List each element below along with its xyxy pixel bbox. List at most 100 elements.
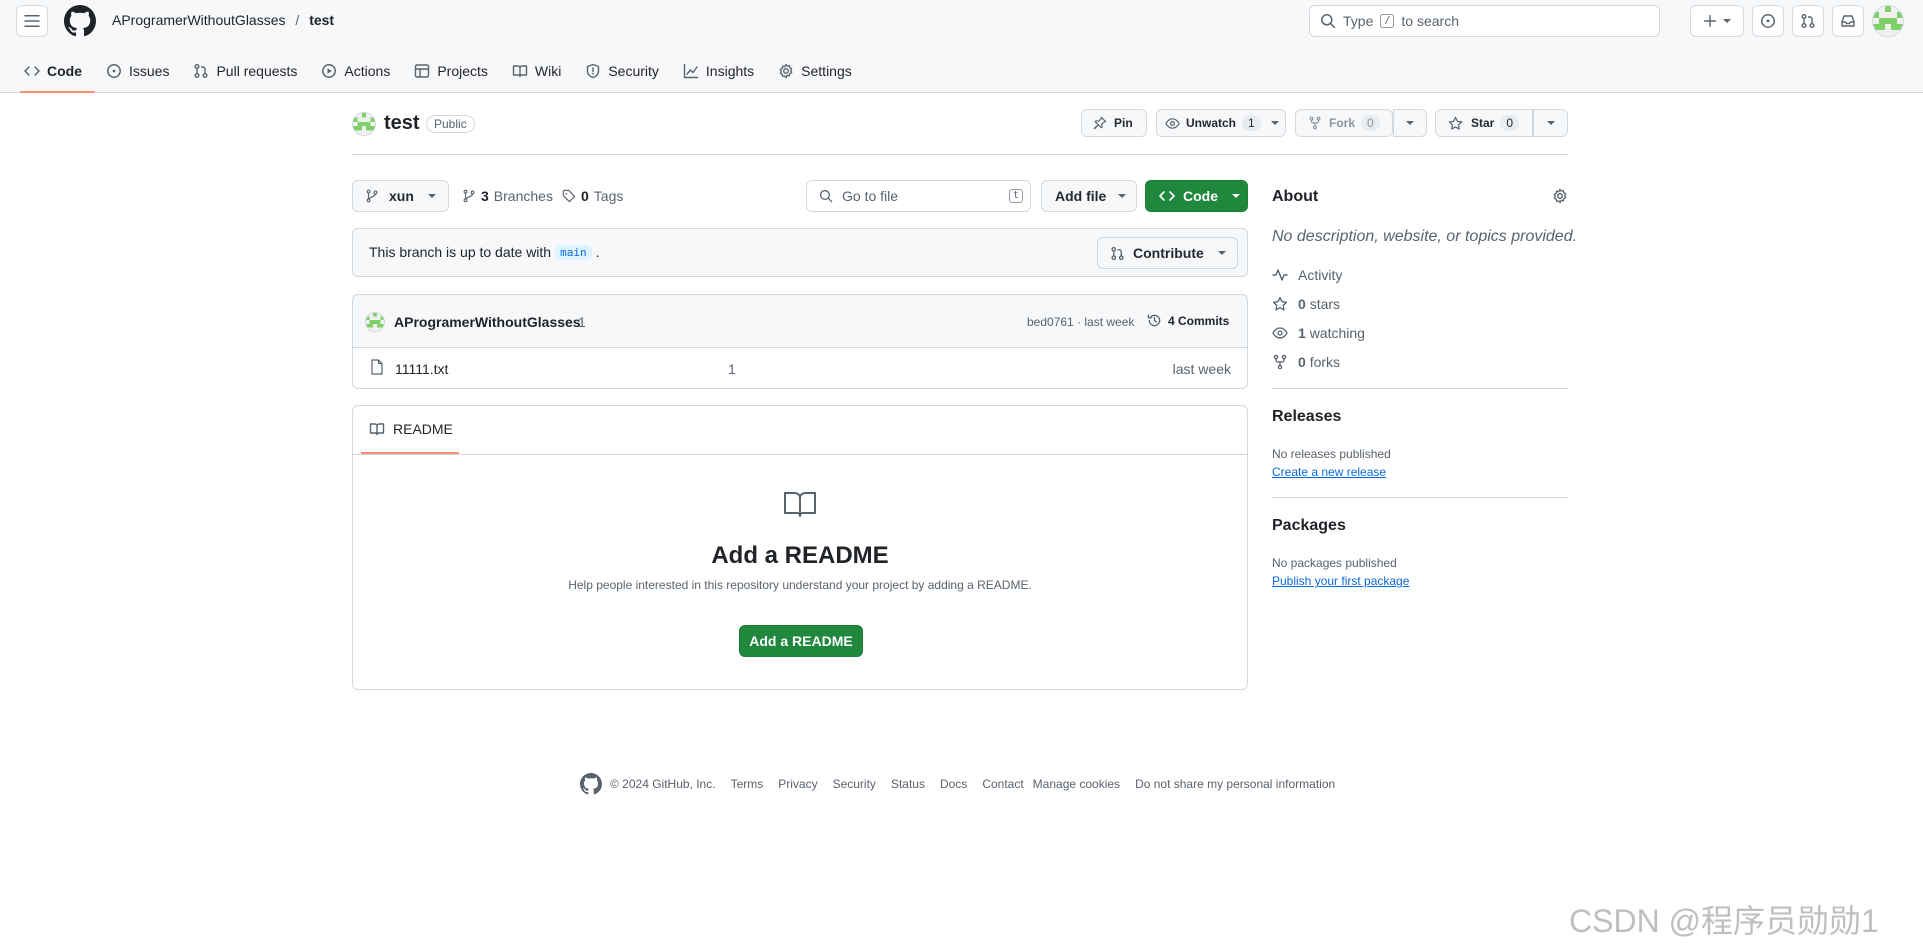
packages-title[interactable]: Packages	[1272, 517, 1346, 535]
readme-tab-underline	[361, 452, 459, 454]
caret-down-icon	[1546, 121, 1555, 125]
forks-link[interactable]: 0 forks	[1272, 354, 1340, 370]
tags-count: 0	[581, 188, 589, 204]
add-readme-button[interactable]: Add a README	[739, 625, 863, 657]
commits-link[interactable]: 4 Commits	[1147, 313, 1229, 328]
sidebar-divider	[1272, 388, 1568, 389]
file-name[interactable]: 11111.txt	[395, 361, 448, 377]
tab-actions[interactable]: Actions	[319, 56, 399, 84]
tab-settings[interactable]: Settings	[776, 56, 861, 84]
user-avatar[interactable]	[1872, 5, 1904, 37]
add-file-button[interactable]: Add file	[1041, 180, 1137, 212]
book-icon	[369, 423, 385, 436]
owner-avatar[interactable]	[352, 112, 376, 136]
tab-projects[interactable]: Projects	[412, 56, 497, 84]
footer-link-manage-cookies[interactable]: Manage cookies	[1033, 777, 1120, 791]
fork-count: 0	[1361, 115, 1380, 131]
publish-package-link[interactable]: Publish your first package	[1272, 574, 1409, 588]
search-placeholder-start: Type	[1343, 13, 1374, 29]
repo-forked-icon	[1309, 116, 1321, 130]
sidebar-divider	[1272, 497, 1568, 498]
menu-button[interactable]	[16, 5, 48, 37]
github-logo-icon[interactable]	[580, 773, 602, 795]
tab-issues[interactable]: Issues	[104, 56, 178, 84]
issues-button[interactable]	[1752, 5, 1784, 37]
plus-icon	[1704, 15, 1716, 27]
commit-message[interactable]: 1	[578, 314, 586, 330]
pull-requests-button[interactable]	[1792, 5, 1824, 37]
inbox-icon	[1841, 15, 1855, 27]
commit-author[interactable]: AProgramerWithoutGlasses	[394, 314, 581, 330]
fork-button[interactable]: Fork 0	[1295, 109, 1393, 137]
repo-title[interactable]: test	[384, 112, 420, 135]
caret-down-icon	[1118, 194, 1127, 198]
inbox-button[interactable]	[1832, 5, 1864, 37]
contribute-button[interactable]: Contribute	[1097, 237, 1238, 269]
identicon-avatar-icon	[366, 313, 384, 331]
star-dropdown-button[interactable]	[1533, 109, 1568, 137]
latest-commit-row: AProgramerWithoutGlasses 1 bed0761 · las…	[353, 295, 1247, 348]
star-icon	[1272, 296, 1288, 311]
code-button[interactable]: Code	[1145, 180, 1248, 212]
tab-code[interactable]: Code	[20, 56, 95, 93]
branch-select-button[interactable]: xun	[352, 180, 449, 212]
branches-label: Branches	[493, 188, 553, 204]
star-button[interactable]: Star 0	[1435, 109, 1533, 137]
forks-label: forks	[1309, 354, 1341, 370]
footer-link-docs[interactable]: Docs	[940, 777, 967, 791]
tab-label: Security	[608, 63, 659, 79]
tab-insights[interactable]: Insights	[681, 56, 763, 84]
caret-down-icon	[1232, 194, 1240, 198]
activity-link[interactable]: Activity	[1272, 267, 1342, 283]
tab-wiki[interactable]: Wiki	[510, 56, 570, 84]
branches-count: 3	[481, 188, 489, 204]
footer-link-terms[interactable]: Terms	[731, 777, 764, 791]
git-branch-icon	[366, 189, 378, 203]
github-logo-icon[interactable]	[64, 5, 96, 37]
gear-icon[interactable]	[1552, 188, 1568, 204]
tab-security[interactable]: Security	[583, 56, 668, 84]
fork-dropdown-button[interactable]	[1393, 109, 1427, 137]
search-placeholder-end: to search	[1401, 13, 1459, 29]
footer-link-security[interactable]: Security	[833, 777, 876, 791]
pulse-icon	[1272, 269, 1288, 281]
file-table: AProgramerWithoutGlasses 1 bed0761 · las…	[352, 294, 1248, 389]
footer: © 2024 GitHub, Inc. Terms Privacy Securi…	[580, 773, 1335, 795]
branch-status-banner: This branch is up to date with main . Co…	[352, 228, 1248, 277]
unwatch-button[interactable]: Unwatch 1	[1156, 109, 1286, 137]
create-new-button[interactable]	[1690, 5, 1744, 37]
readme-tab[interactable]: README	[369, 421, 453, 437]
branch-status-before: This branch is up to date with	[369, 244, 552, 260]
eye-icon	[1165, 117, 1180, 129]
hamburger-icon	[24, 15, 40, 27]
stars-link[interactable]: 0 stars	[1272, 296, 1340, 312]
create-release-link[interactable]: Create a new release	[1272, 465, 1386, 479]
tab-pull-requests[interactable]: Pull requests	[191, 56, 306, 84]
watching-link[interactable]: 1 watching	[1272, 325, 1365, 341]
packages-empty-text: No packages published	[1272, 556, 1397, 570]
branch-status-after: .	[595, 244, 600, 260]
base-branch-chip[interactable]: main	[555, 244, 592, 260]
commit-hash-time[interactable]: bed0761 · last week	[1027, 315, 1134, 329]
unwatch-label: Unwatch	[1186, 116, 1237, 130]
branches-link[interactable]: 3 Branches	[462, 188, 553, 204]
commit-author-avatar[interactable]	[365, 312, 385, 332]
footer-link-do-not-share[interactable]: Do not share my personal information	[1135, 777, 1335, 791]
code-icon	[24, 66, 40, 76]
go-to-file-shortcut: t	[1008, 189, 1023, 203]
repo-link[interactable]: test	[309, 12, 334, 28]
pin-icon	[1093, 116, 1107, 130]
tags-link[interactable]: 0 Tags	[562, 188, 623, 204]
watching-label: watching	[1309, 325, 1365, 341]
go-to-file-input[interactable]: Go to file t	[806, 180, 1031, 212]
search-input[interactable]: Type / to search	[1309, 5, 1660, 37]
table-row: 11111.txt 1 last week	[353, 348, 1247, 388]
owner-link[interactable]: AProgramerWithoutGlasses	[112, 12, 286, 28]
footer-link-contact[interactable]: Contact	[982, 777, 1023, 791]
footer-link-status[interactable]: Status	[891, 777, 925, 791]
repo-tabs: Code Issues Pull requests Actions Projec…	[20, 56, 874, 93]
releases-title[interactable]: Releases	[1272, 408, 1341, 426]
file-commit-message[interactable]: 1	[728, 361, 736, 377]
pin-button[interactable]: Pin	[1081, 109, 1147, 137]
footer-link-privacy[interactable]: Privacy	[778, 777, 817, 791]
